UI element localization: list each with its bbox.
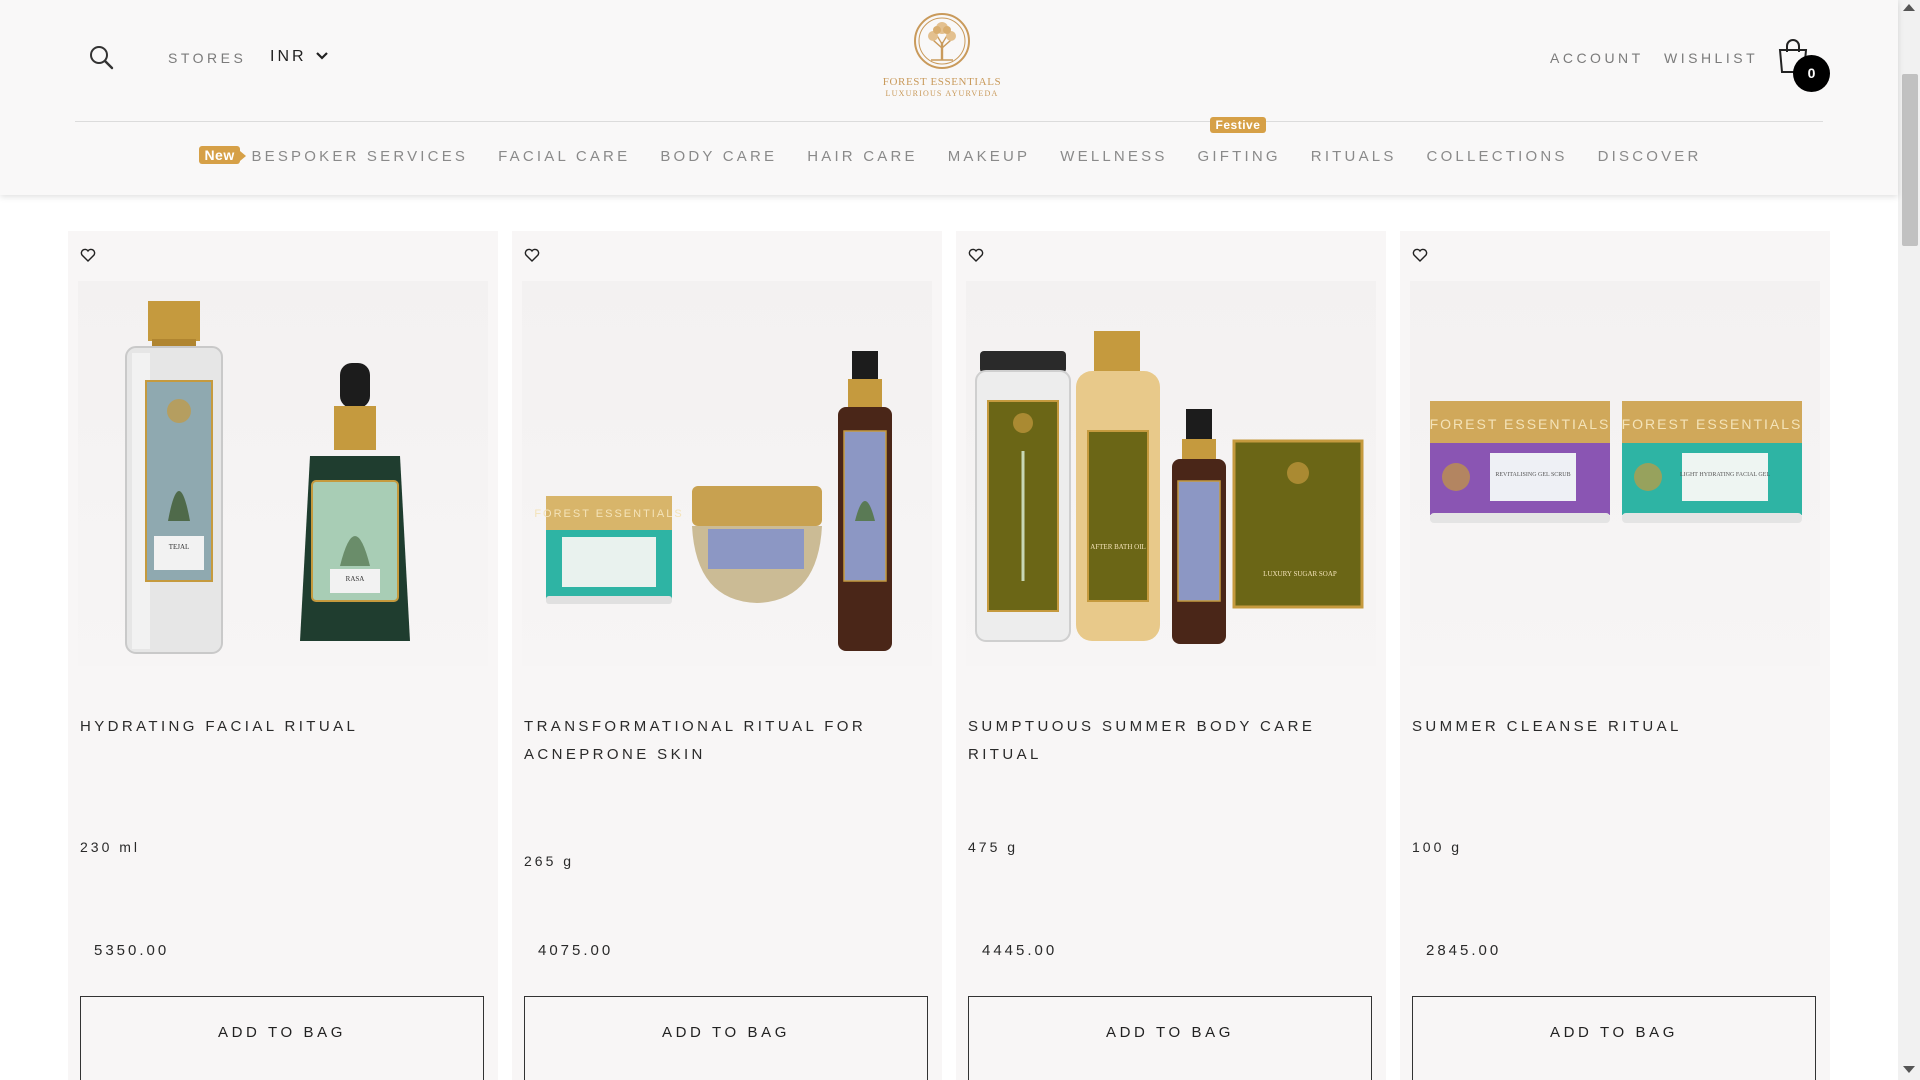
product-size: 230 ml bbox=[80, 839, 141, 855]
chevron-down-icon bbox=[315, 48, 329, 66]
nav-item-label: BESPOKER SERVICES bbox=[251, 147, 469, 165]
tree-logo bbox=[914, 13, 970, 69]
scrollbar-thumb[interactable] bbox=[1902, 74, 1918, 246]
logo-tagline: LUXURIOUS AYURVEDA bbox=[885, 89, 999, 98]
nav-item-discover[interactable]: DISCOVER bbox=[1598, 148, 1702, 165]
product-price: 2845.00 bbox=[1426, 942, 1502, 959]
nav-item-hair-care[interactable]: HAIR CARE bbox=[807, 148, 917, 165]
product-label-text: AFTER BATH OIL bbox=[1090, 543, 1146, 551]
product-size: 100 g bbox=[1412, 839, 1463, 855]
nav-item-bespoke-services[interactable]: New BESPOKER SERVICES bbox=[199, 145, 469, 165]
add-to-bag-button[interactable]: ADD TO BAG bbox=[524, 996, 928, 1080]
product-price: 5350.00 bbox=[94, 942, 170, 959]
product-image[interactable]: AFTER BATH OIL LUXURY SUGAR SOAP bbox=[966, 281, 1376, 666]
heart-outline-icon[interactable] bbox=[968, 247, 986, 265]
search-icon[interactable] bbox=[88, 44, 114, 70]
product-image[interactable]: FOREST ESSENTIALS REVITALISING GEL SCRUB… bbox=[1410, 281, 1820, 666]
product-card[interactable]: TEJAL RASA HYDRATING FACIAL RITUAL 230 m… bbox=[68, 231, 498, 1080]
product-label-text: TEJAL bbox=[169, 543, 190, 551]
site-header: STORES INR FOREST ESSENTIALS LUXURIOUS A… bbox=[0, 0, 1898, 195]
product-image[interactable]: FOREST ESSENTIALS bbox=[522, 281, 932, 666]
heart-outline-icon[interactable] bbox=[524, 247, 542, 265]
cart-count-badge: 0 bbox=[1793, 55, 1830, 92]
add-to-bag-button[interactable]: ADD TO BAG bbox=[80, 996, 484, 1080]
product-label-text: LUXURY SUGAR SOAP bbox=[1263, 570, 1337, 578]
nav-item-gifting[interactable]: Festive GIFTING bbox=[1197, 116, 1281, 165]
nav-item-facial-care[interactable]: FACIAL CARE bbox=[498, 148, 630, 165]
product-grid: TEJAL RASA HYDRATING FACIAL RITUAL 230 m… bbox=[68, 231, 1832, 1080]
product-price: 4445.00 bbox=[982, 942, 1058, 959]
product-title[interactable]: TRANSFORMATIONAL RITUAL FOR ACNEPRONE SK… bbox=[524, 713, 924, 769]
product-size: 265 g bbox=[524, 853, 575, 869]
nav-item-makeup[interactable]: MAKEUP bbox=[948, 148, 1031, 165]
product-card[interactable]: FOREST ESSENTIALS REVITALISING GEL SCRUB… bbox=[1400, 231, 1830, 1080]
currency-selector[interactable]: INR bbox=[270, 48, 329, 66]
wishlist-link[interactable]: WISHLIST bbox=[1664, 50, 1758, 66]
product-label-text: FOREST ESSENTIALS bbox=[1622, 416, 1803, 432]
scroll-up-arrow-icon[interactable] bbox=[1903, 4, 1915, 11]
product-title[interactable]: SUMPTUOUS SUMMER BODY CARE RITUAL bbox=[968, 713, 1368, 769]
nav-item-body-care[interactable]: BODY CARE bbox=[660, 148, 777, 165]
add-to-bag-button[interactable]: ADD TO BAG bbox=[1412, 996, 1816, 1080]
stores-link[interactable]: STORES bbox=[168, 50, 246, 66]
product-price: 4075.00 bbox=[538, 942, 614, 959]
product-image[interactable]: TEJAL RASA bbox=[78, 281, 488, 666]
logo-name: FOREST ESSENTIALS bbox=[882, 76, 1002, 88]
festive-badge: Festive bbox=[1209, 116, 1267, 133]
new-badge: New bbox=[199, 145, 247, 164]
product-card[interactable]: AFTER BATH OIL LUXURY SUGAR SOAP SUMPTUO… bbox=[956, 231, 1386, 1080]
page: STORES INR FOREST ESSENTIALS LUXURIOUS A… bbox=[0, 0, 1920, 1080]
scroll-down-arrow-icon[interactable] bbox=[1903, 1066, 1915, 1073]
header-divider bbox=[75, 121, 1823, 122]
product-label-text: LIGHT HYDRATING FACIAL GEL bbox=[1680, 472, 1770, 478]
nav-item-wellness[interactable]: WELLNESS bbox=[1060, 148, 1167, 165]
main-nav: New BESPOKER SERVICES FACIAL CARE BODY C… bbox=[0, 116, 1898, 166]
nav-item-label: GIFTING bbox=[1197, 147, 1281, 165]
account-link[interactable]: ACCOUNT bbox=[1550, 50, 1644, 66]
heart-outline-icon[interactable] bbox=[80, 247, 98, 265]
product-label-text: RASA bbox=[346, 575, 365, 583]
product-label-text: FOREST ESSENTIALS bbox=[1430, 416, 1611, 432]
product-label-text: REVITALISING GEL SCRUB bbox=[1495, 472, 1570, 478]
product-size: 475 g bbox=[968, 839, 1019, 855]
add-to-bag-button[interactable]: ADD TO BAG bbox=[968, 996, 1372, 1080]
nav-item-collections[interactable]: COLLECTIONS bbox=[1427, 148, 1568, 165]
product-card[interactable]: FOREST ESSENTIALS TRANSFORMATIONAL RITUA… bbox=[512, 231, 942, 1080]
product-label-text: FOREST ESSENTIALS bbox=[534, 508, 683, 520]
product-title[interactable]: HYDRATING FACIAL RITUAL bbox=[80, 713, 480, 741]
brand-logo[interactable]: FOREST ESSENTIALS LUXURIOUS AYURVEDA bbox=[880, 12, 1004, 98]
heart-outline-icon[interactable] bbox=[1412, 247, 1430, 265]
nav-item-rituals[interactable]: RITUALS bbox=[1311, 148, 1397, 165]
currency-value: INR bbox=[270, 48, 307, 65]
product-title[interactable]: SUMMER CLEANSE RITUAL bbox=[1412, 713, 1812, 741]
